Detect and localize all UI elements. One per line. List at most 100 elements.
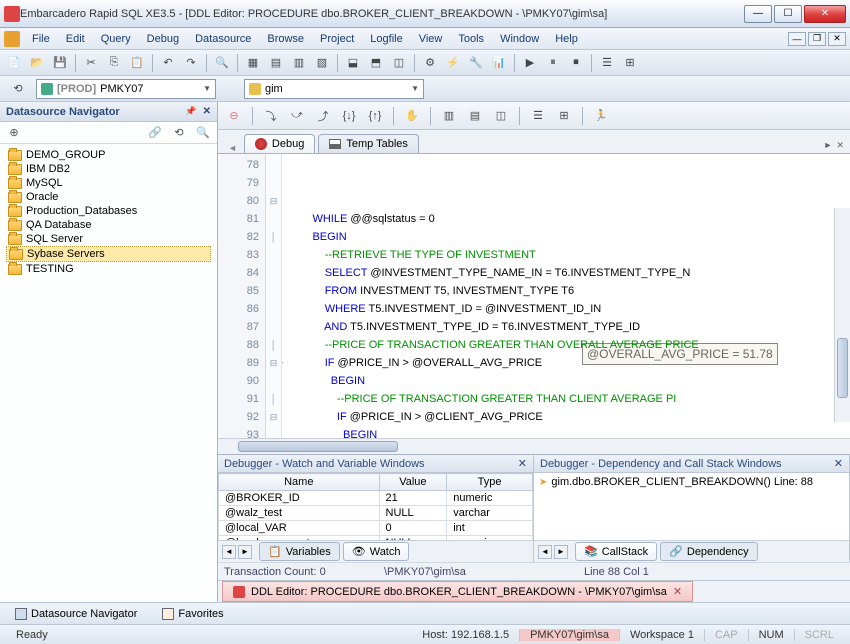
tab-debug[interactable]: Debug xyxy=(244,134,315,153)
scroll-thumb[interactable] xyxy=(238,441,398,452)
horizontal-scrollbar[interactable] xyxy=(218,438,850,454)
tree-item[interactable]: Sybase Servers xyxy=(6,246,211,262)
tool-button[interactable]: ☰ xyxy=(597,53,617,73)
menu-tools[interactable]: Tools xyxy=(450,30,492,48)
callstack-row[interactable]: ➤ gim.dbo.BROKER_CLIENT_BREAKDOWN() Line… xyxy=(538,475,845,489)
tool-button[interactable]: ▤ xyxy=(465,106,485,126)
watch-row[interactable]: @local_VAR0int xyxy=(219,521,533,536)
document-tab[interactable]: DDL Editor: PROCEDURE dbo.BROKER_CLIENT_… xyxy=(222,581,693,602)
column-header[interactable]: Value xyxy=(379,474,447,491)
tool-button[interactable]: ⏸ xyxy=(543,53,563,73)
tool-button[interactable]: ⏹ xyxy=(566,53,586,73)
tool-button[interactable]: ⊞ xyxy=(620,53,640,73)
database-combo[interactable]: gim ▼ xyxy=(244,79,424,99)
menu-debug[interactable]: Debug xyxy=(139,30,187,48)
column-header[interactable]: Type xyxy=(447,474,533,491)
tool-button[interactable]: ⚙ xyxy=(420,53,440,73)
tab-callstack[interactable]: 📚CallStack xyxy=(575,542,657,561)
tab-close[interactable]: ✕ xyxy=(836,140,844,151)
tree-item[interactable]: Oracle xyxy=(6,190,211,204)
tool-button[interactable]: 🔧 xyxy=(466,53,486,73)
tree-item[interactable]: TESTING xyxy=(6,262,211,276)
step-into-button[interactable]: {↓} xyxy=(339,106,359,126)
menu-window[interactable]: Window xyxy=(492,30,547,48)
tab-nav[interactable]: ◄ xyxy=(222,545,236,559)
tab-temp-tables[interactable]: Temp Tables xyxy=(318,134,419,153)
menu-query[interactable]: Query xyxy=(93,30,139,48)
tool-button[interactable]: ◫ xyxy=(491,106,511,126)
nav-search-button[interactable]: 🔍 xyxy=(193,123,213,143)
footer-tab-navigator[interactable]: Datasource Navigator xyxy=(4,605,148,623)
menu-file[interactable]: File xyxy=(24,30,58,48)
tree-item[interactable]: IBM DB2 xyxy=(6,162,211,176)
datasource-combo[interactable]: [PROD] PMKY07 ▼ xyxy=(36,79,216,99)
menu-project[interactable]: Project xyxy=(312,30,362,48)
close-panel-button[interactable]: ✕ xyxy=(834,457,843,470)
tab-nav[interactable]: ◄ xyxy=(538,545,552,559)
tab-nav[interactable]: ► xyxy=(554,545,568,559)
tool-button[interactable]: ☰ xyxy=(528,106,548,126)
tab-nav[interactable]: ► xyxy=(238,545,252,559)
nav-tool-button[interactable]: 🔗 xyxy=(145,123,165,143)
menu-view[interactable]: View xyxy=(411,30,451,48)
close-tab-button[interactable]: ✕ xyxy=(673,585,682,598)
refresh-button[interactable]: ⟲ xyxy=(8,79,28,99)
tool-button[interactable]: ⊞ xyxy=(554,106,574,126)
tab-watch[interactable]: 👁Watch xyxy=(343,542,410,561)
minimize-button[interactable]: — xyxy=(744,5,772,23)
copy-button[interactable]: ⎘ xyxy=(104,53,124,73)
menu-datasource[interactable]: Datasource xyxy=(187,30,259,48)
tool-button[interactable]: ⬒ xyxy=(366,53,386,73)
cut-button[interactable]: ✂ xyxy=(81,53,101,73)
tree-item[interactable]: SQL Server xyxy=(6,232,211,246)
maximize-button[interactable]: ☐ xyxy=(774,5,802,23)
watch-table[interactable]: NameValueType @BROKER_ID21numeric@walz_t… xyxy=(218,473,533,540)
tab-nav-left[interactable]: ◄ xyxy=(224,143,241,153)
debug-stop-button[interactable]: ⊖ xyxy=(224,106,244,126)
paste-button[interactable]: 📋 xyxy=(127,53,147,73)
breakpoint-button[interactable]: ✋ xyxy=(402,106,422,126)
step-over-button[interactable]: ⤻ xyxy=(287,106,307,126)
tool-button[interactable]: ▶ xyxy=(520,53,540,73)
close-panel-button[interactable]: ✕ xyxy=(518,457,527,470)
menu-logfile[interactable]: Logfile xyxy=(362,30,410,48)
mdi-minimize-button[interactable]: — xyxy=(788,32,806,46)
code-editor[interactable]: 7879808182838485868788899091929394 ⊟││⊟│… xyxy=(218,154,850,438)
menu-help[interactable]: Help xyxy=(547,30,586,48)
menu-browse[interactable]: Browse xyxy=(259,30,312,48)
tree-item[interactable]: QA Database xyxy=(6,218,211,232)
pin-button[interactable]: 📌 xyxy=(185,106,196,117)
fold-column[interactable]: ⊟││⊟│⊟ xyxy=(266,154,282,438)
tab-nav-right[interactable]: ► xyxy=(824,140,833,151)
save-button[interactable]: 💾 xyxy=(50,53,70,73)
run-button[interactable]: 🏃 xyxy=(591,106,611,126)
menu-edit[interactable]: Edit xyxy=(58,30,93,48)
new-button[interactable]: 📄 xyxy=(4,53,24,73)
tool-button[interactable]: ▦ xyxy=(243,53,263,73)
callstack-list[interactable]: ➤ gim.dbo.BROKER_CLIENT_BREAKDOWN() Line… xyxy=(534,473,849,540)
nav-tool-button[interactable]: ⊕ xyxy=(4,123,24,143)
tree-item[interactable]: DEMO_GROUP xyxy=(6,148,211,162)
watch-row[interactable]: @walz_testNULLvarchar xyxy=(219,506,533,521)
tool-button[interactable]: ⚡ xyxy=(443,53,463,73)
tool-button[interactable]: ◫ xyxy=(389,53,409,73)
nav-tool-button[interactable]: ⟲ xyxy=(169,123,189,143)
tool-button[interactable]: ▥ xyxy=(289,53,309,73)
close-button[interactable]: ✕ xyxy=(804,5,846,23)
vertical-scrollbar[interactable] xyxy=(834,208,850,422)
tool-button[interactable]: ▧ xyxy=(312,53,332,73)
mdi-close-button[interactable]: ✕ xyxy=(828,32,846,46)
tool-button[interactable]: ▤ xyxy=(266,53,286,73)
redo-button[interactable]: ↷ xyxy=(181,53,201,73)
tab-dependency[interactable]: 🔗Dependency xyxy=(660,542,757,561)
tool-button[interactable]: ⬓ xyxy=(343,53,363,73)
find-button[interactable]: 🔍 xyxy=(212,53,232,73)
open-button[interactable]: 📂 xyxy=(27,53,47,73)
code-body[interactable]: @OVERALL_AVG_PRICE = 51.78 WHILE @@sqlst… xyxy=(282,154,850,438)
tree-item[interactable]: MySQL xyxy=(6,176,211,190)
tab-variables[interactable]: 📋Variables xyxy=(259,542,340,561)
scroll-thumb[interactable] xyxy=(837,338,848,398)
tree-item[interactable]: Production_Databases xyxy=(6,204,211,218)
tool-button[interactable]: ▥ xyxy=(439,106,459,126)
step-button[interactable]: ⤵ xyxy=(261,106,281,126)
